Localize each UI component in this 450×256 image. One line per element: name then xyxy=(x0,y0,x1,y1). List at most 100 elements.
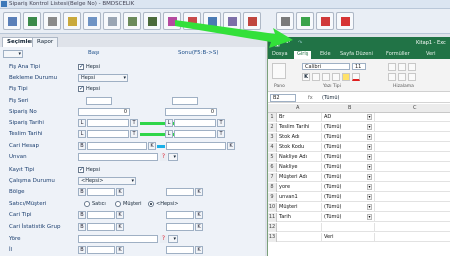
filter-dropdown-icon[interactable]: ▾ xyxy=(367,154,372,160)
cell-c[interactable] xyxy=(375,133,450,142)
row-number[interactable]: 6 xyxy=(268,163,277,172)
cell-c[interactable] xyxy=(375,163,450,172)
align-top-icon[interactable] xyxy=(388,63,396,71)
cell-b[interactable]: (Tümü) ▾ xyxy=(322,123,375,132)
siparis-tarihi-l[interactable]: L xyxy=(78,119,86,127)
radio-musteri[interactable] xyxy=(115,201,121,207)
row-number[interactable]: 10 xyxy=(268,203,277,212)
row-number[interactable]: 5 xyxy=(268,153,277,162)
cell-a[interactable] xyxy=(277,233,322,242)
cell-c[interactable] xyxy=(375,113,450,122)
col-header-b[interactable]: B xyxy=(348,105,351,111)
fis-seri-to[interactable] xyxy=(172,97,198,105)
cell-a[interactable]: yore xyxy=(277,183,322,192)
align-right-icon[interactable] xyxy=(408,73,416,81)
report-button[interactable] xyxy=(3,12,21,30)
cell-b[interactable]: (Tümü) ▾ xyxy=(322,163,375,172)
row-number[interactable]: 1 xyxy=(268,113,277,122)
siparis-tarihi-l2[interactable]: L xyxy=(165,119,173,127)
teslim-tarihi-from[interactable] xyxy=(87,130,129,138)
cell-c[interactable] xyxy=(375,193,450,202)
cari-hesap-k[interactable]: K xyxy=(148,142,156,150)
filter-dropdown-icon[interactable]: ▾ xyxy=(367,134,372,140)
row-number[interactable]: 11 xyxy=(268,213,277,222)
cari-istatistik-to[interactable] xyxy=(166,223,194,231)
row-number[interactable]: 3 xyxy=(268,133,277,142)
cari-hesap-b[interactable]: B xyxy=(78,142,86,150)
col-header-c[interactable]: C xyxy=(413,105,417,111)
font-size-select[interactable]: 11 xyxy=(352,63,366,70)
cell-a[interactable]: Br xyxy=(277,113,322,122)
collapse-dropdown[interactable] xyxy=(3,50,23,58)
cell-b[interactable]: AD ▾ xyxy=(322,113,375,122)
bolge-k[interactable]: K xyxy=(116,188,124,196)
cell-c[interactable] xyxy=(375,173,450,182)
bolge-from[interactable] xyxy=(87,188,115,196)
radio-hepsi[interactable] xyxy=(148,201,154,207)
filter-dropdown-icon[interactable]: ▾ xyxy=(367,184,372,190)
redo-icon[interactable]: ↷ xyxy=(298,40,302,46)
underline-icon[interactable] xyxy=(322,73,330,81)
cell-a[interactable] xyxy=(277,223,322,232)
excel-tab-ekle[interactable]: Ekle xyxy=(320,51,331,57)
filter-dropdown-icon[interactable]: ▾ xyxy=(367,164,372,170)
excel-tab-veri[interactable]: Veri xyxy=(426,51,436,57)
cell-b[interactable]: Veri xyxy=(322,233,375,242)
siparis-tarihi-t[interactable]: T xyxy=(130,119,138,127)
cell-a[interactable]: Nakliye xyxy=(277,163,322,172)
row-number[interactable]: 2 xyxy=(268,123,277,132)
cell-b[interactable]: (Tümü) ▾ xyxy=(322,153,375,162)
siparis-tarihi-to[interactable] xyxy=(174,119,216,127)
excel-tab-sayfa[interactable]: Sayfa Düzeni xyxy=(340,51,373,57)
siparis-no-from[interactable]: 0 xyxy=(78,108,130,116)
unvan-input[interactable] xyxy=(78,153,158,161)
bekleme-durumu-select[interactable]: Hepsi xyxy=(78,74,128,82)
teslim-tarihi-t[interactable]: T xyxy=(130,130,138,138)
cari-hesap-to[interactable] xyxy=(166,142,226,150)
border-icon[interactable] xyxy=(332,73,340,81)
cell-a[interactable]: Stok Kodu xyxy=(277,143,322,152)
cari-tipi-from[interactable] xyxy=(87,211,115,219)
cell-b[interactable]: (Tümü) ▾ xyxy=(322,173,375,182)
cari-tipi-k2[interactable]: K xyxy=(195,211,203,219)
cari-tipi-to[interactable] xyxy=(166,211,194,219)
paste-icon[interactable] xyxy=(272,63,286,79)
settings-button[interactable] xyxy=(143,12,161,30)
row-number[interactable]: 9 xyxy=(268,193,277,202)
yore-help-icon[interactable]: ? xyxy=(160,235,167,243)
cell-a[interactable]: Stok Adı xyxy=(277,133,322,142)
name-box[interactable]: B2 xyxy=(270,94,296,102)
cell-b[interactable]: (Tümü) ▾ xyxy=(322,143,375,152)
cell-a[interactable]: Teslim Tarihi xyxy=(277,123,322,132)
fill-color-icon[interactable] xyxy=(342,73,350,81)
cell-c[interactable] xyxy=(375,233,450,242)
align-left-icon[interactable] xyxy=(388,73,396,81)
cell-b[interactable]: (Tümü) ▾ xyxy=(322,183,375,192)
up-button[interactable] xyxy=(296,12,314,30)
siparis-tarihi-t2[interactable]: T xyxy=(217,119,225,127)
il-to[interactable] xyxy=(166,246,194,254)
filter-dropdown-icon[interactable]: ▾ xyxy=(367,214,372,220)
tool-button[interactable] xyxy=(123,12,141,30)
filter-dropdown-icon[interactable]: ▾ xyxy=(367,144,372,150)
cell-c[interactable] xyxy=(375,213,450,222)
row-number[interactable]: 13 xyxy=(268,233,277,242)
align-middle-icon[interactable] xyxy=(398,63,406,71)
cell-a[interactable]: Müşteri xyxy=(277,203,322,212)
siparis-tarihi-from[interactable] xyxy=(87,119,129,127)
kayit-tipi-checkbox[interactable] xyxy=(78,166,84,173)
align-bottom-icon[interactable] xyxy=(408,63,416,71)
row-number[interactable]: 12 xyxy=(268,223,277,232)
cell-b[interactable]: (Tümü) ▾ xyxy=(322,203,375,212)
cell-c[interactable] xyxy=(375,203,450,212)
il-b[interactable]: B xyxy=(78,246,86,254)
cell-b[interactable]: (Tümü) ▾ xyxy=(322,193,375,202)
cell-c[interactable] xyxy=(375,123,450,132)
excel-tab-giris[interactable]: Giriş xyxy=(294,51,312,59)
tab-rapor[interactable]: Rapor xyxy=(32,37,59,47)
mail-button[interactable] xyxy=(83,12,101,30)
bold-icon[interactable]: K xyxy=(302,73,310,81)
col-header-a[interactable]: A xyxy=(296,105,299,111)
cell-c[interactable] xyxy=(375,223,450,232)
teslim-tarihi-to[interactable] xyxy=(174,130,216,138)
